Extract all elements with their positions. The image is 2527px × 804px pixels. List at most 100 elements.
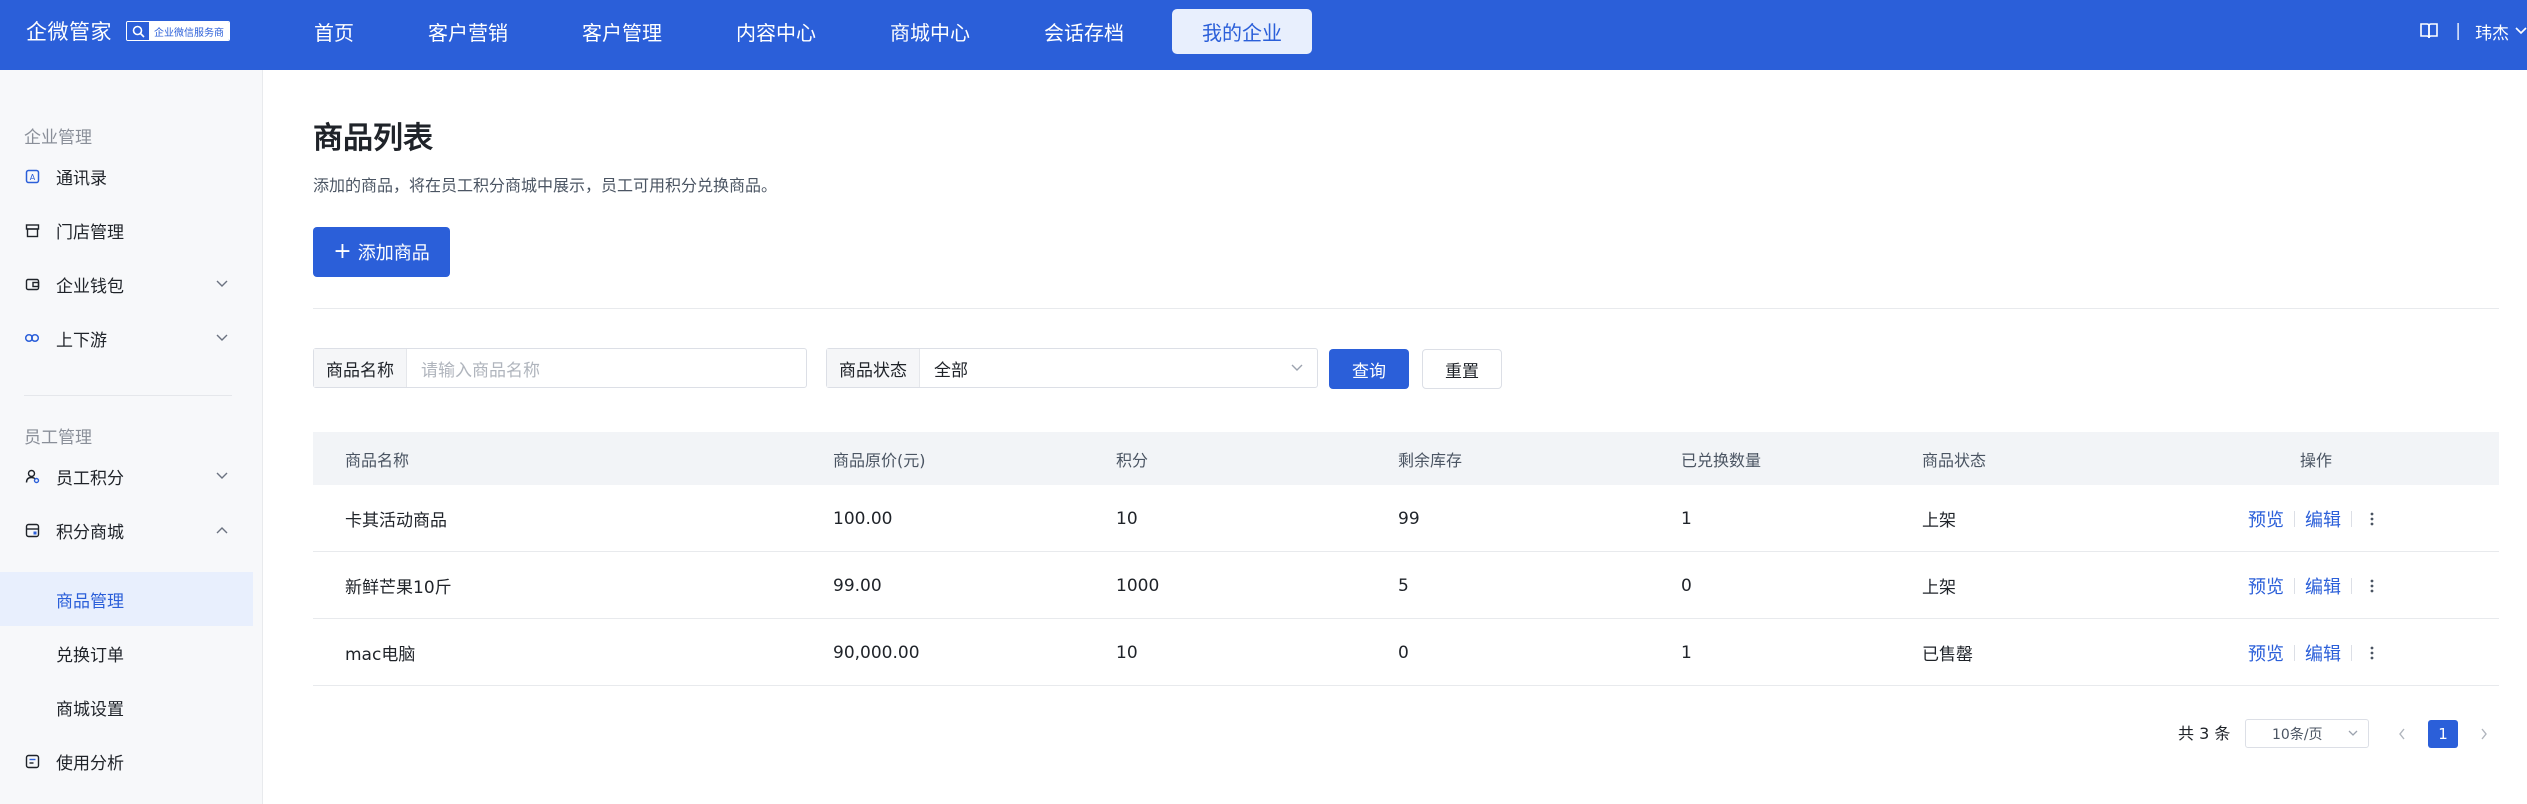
divider — [2351, 577, 2352, 594]
table-header: 商品名称 商品原价(元) 积分 剩余库存 已兑换数量 商品状态 操作 — [313, 432, 2499, 485]
sidebar-item-points-mall[interactable]: 积分商城 — [0, 503, 253, 557]
nav-customer-marketing[interactable]: 客户营销 — [402, 9, 534, 54]
sidebar-group-employee: 员工管理 — [24, 428, 92, 448]
more-icon[interactable] — [2362, 507, 2382, 531]
column-header-redeemed: 已兑换数量 — [1681, 450, 1762, 470]
chevron-down-icon — [2515, 27, 2527, 35]
add-product-button[interactable]: + 添加商品 — [313, 227, 450, 277]
user-points-icon — [24, 468, 40, 484]
book-icon[interactable] — [2419, 22, 2439, 40]
query-button[interactable]: 查询 — [1329, 349, 1409, 389]
cell-price: 99.00 — [833, 575, 882, 596]
divider — [2294, 577, 2295, 594]
divider — [2294, 510, 2295, 527]
chevron-down-icon — [2348, 730, 2358, 737]
page-size-select[interactable]: 10条/页 — [2245, 719, 2369, 748]
sidebar-item-label: 员工积分 — [56, 468, 124, 489]
nav-session-archive[interactable]: 会话存档 — [1018, 9, 1150, 54]
sidebar-item-label: 积分商城 — [56, 522, 124, 543]
reset-button[interactable]: 重置 — [1422, 349, 1502, 389]
product-name-filter: 商品名称 请输入商品名称 — [313, 348, 807, 388]
row-actions: 预览 编辑 — [2248, 552, 2382, 619]
sidebar-item-stores[interactable]: 门店管理 — [0, 203, 253, 257]
page-description: 添加的商品，将在员工积分商城中展示，员工可用积分兑换商品。 — [313, 176, 778, 195]
edit-link[interactable]: 编辑 — [2305, 573, 2341, 599]
cell-name: mac电脑 — [345, 645, 416, 665]
page-title: 商品列表 — [313, 121, 433, 156]
nav-my-enterprise[interactable]: 我的企业 — [1172, 9, 1312, 54]
product-status-filter: 商品状态 全部 — [826, 348, 1318, 388]
sidebar-item-exchange-orders[interactable]: 兑换订单 — [0, 626, 253, 680]
column-header-points: 积分 — [1116, 450, 1149, 470]
sidebar-item-product-management[interactable]: 商品管理 — [0, 572, 253, 626]
product-name-input[interactable]: 请输入商品名称 — [407, 349, 806, 387]
preview-link[interactable]: 预览 — [2248, 640, 2284, 666]
svg-text:A: A — [29, 173, 35, 182]
cell-price: 100.00 — [833, 508, 893, 529]
row-actions: 预览 编辑 — [2248, 485, 2382, 552]
edit-link[interactable]: 编辑 — [2305, 640, 2341, 666]
column-header-stock: 剩余库存 — [1398, 450, 1463, 470]
cell-status: 上架 — [1922, 511, 1956, 531]
divider — [2294, 644, 2295, 661]
sidebar-item-contacts[interactable]: A 通讯录 — [0, 149, 253, 203]
cell-redeemed: 1 — [1681, 642, 1692, 663]
product-name-filter-label: 商品名称 — [314, 349, 407, 387]
sidebar-group-enterprise: 企业管理 — [24, 128, 92, 148]
column-header-status: 商品状态 — [1922, 450, 1987, 470]
cell-redeemed: 0 — [1681, 575, 1692, 596]
add-product-label: 添加商品 — [357, 243, 430, 264]
nav-content-center[interactable]: 内容中心 — [710, 9, 842, 54]
sidebar-item-wallet[interactable]: 企业钱包 — [0, 257, 253, 311]
column-header-actions: 操作 — [2300, 450, 2333, 470]
cell-name: 卡其活动商品 — [345, 511, 447, 531]
brand-badge: 企业微信服务商 — [126, 21, 230, 41]
chevron-down-icon — [214, 468, 230, 484]
contacts-icon: A — [24, 168, 40, 184]
page-size-value: 10条/页 — [2272, 726, 2323, 743]
more-icon[interactable] — [2362, 641, 2382, 665]
nav-mall-center[interactable]: 商城中心 — [864, 9, 996, 54]
sidebar-item-label: 上下游 — [56, 330, 107, 351]
user-name: 玮杰 — [2475, 23, 2509, 44]
chevron-down-icon — [214, 330, 230, 346]
wallet-icon — [24, 276, 40, 292]
column-header-price: 商品原价(元) — [833, 450, 926, 470]
user-menu[interactable]: 玮杰 — [2475, 19, 2527, 44]
plus-icon: + — [333, 239, 352, 264]
sidebar-item-label: 商城设置 — [56, 699, 124, 720]
link-icon — [24, 330, 40, 346]
next-page-icon[interactable] — [2472, 720, 2496, 748]
sidebar: 企业管理 A 通讯录 门店管理 企业钱包 上下游 员工管理 员工积分 积分商城 … — [0, 70, 263, 804]
cell-redeemed: 1 — [1681, 508, 1692, 529]
sidebar-item-label: 门店管理 — [56, 222, 124, 243]
sidebar-item-label: 兑换订单 — [56, 645, 124, 666]
more-icon[interactable] — [2362, 574, 2382, 598]
sidebar-item-label: 商品管理 — [56, 591, 124, 612]
cell-points: 10 — [1116, 508, 1138, 529]
store-icon — [24, 222, 40, 238]
sidebar-item-usage-analysis[interactable]: 使用分析 — [0, 734, 253, 788]
cell-points: 10 — [1116, 642, 1138, 663]
product-status-filter-label: 商品状态 — [827, 349, 920, 387]
preview-link[interactable]: 预览 — [2248, 506, 2284, 532]
sidebar-item-label: 通讯录 — [56, 168, 107, 189]
chevron-down-icon — [214, 276, 230, 292]
previous-page-icon[interactable] — [2390, 720, 2414, 748]
cell-stock: 0 — [1398, 642, 1409, 663]
cell-points: 1000 — [1116, 575, 1160, 596]
edit-link[interactable]: 编辑 — [2305, 506, 2341, 532]
cell-status: 上架 — [1922, 578, 1956, 598]
preview-link[interactable]: 预览 — [2248, 573, 2284, 599]
sidebar-item-employee-points[interactable]: 员工积分 — [0, 449, 253, 503]
cell-status: 已售罄 — [1922, 645, 1973, 665]
cell-stock: 5 — [1398, 575, 1409, 596]
sidebar-item-upstream-downstream[interactable]: 上下游 — [0, 311, 253, 365]
cell-price: 90,000.00 — [833, 642, 920, 663]
product-status-select[interactable]: 全部 — [920, 349, 1291, 387]
nav-customer-management[interactable]: 客户管理 — [556, 9, 688, 54]
chevron-down-icon[interactable] — [1291, 349, 1317, 387]
page-number-current[interactable]: 1 — [2428, 720, 2458, 748]
sidebar-item-mall-settings[interactable]: 商城设置 — [0, 680, 253, 734]
nav-home[interactable]: 首页 — [288, 9, 380, 54]
